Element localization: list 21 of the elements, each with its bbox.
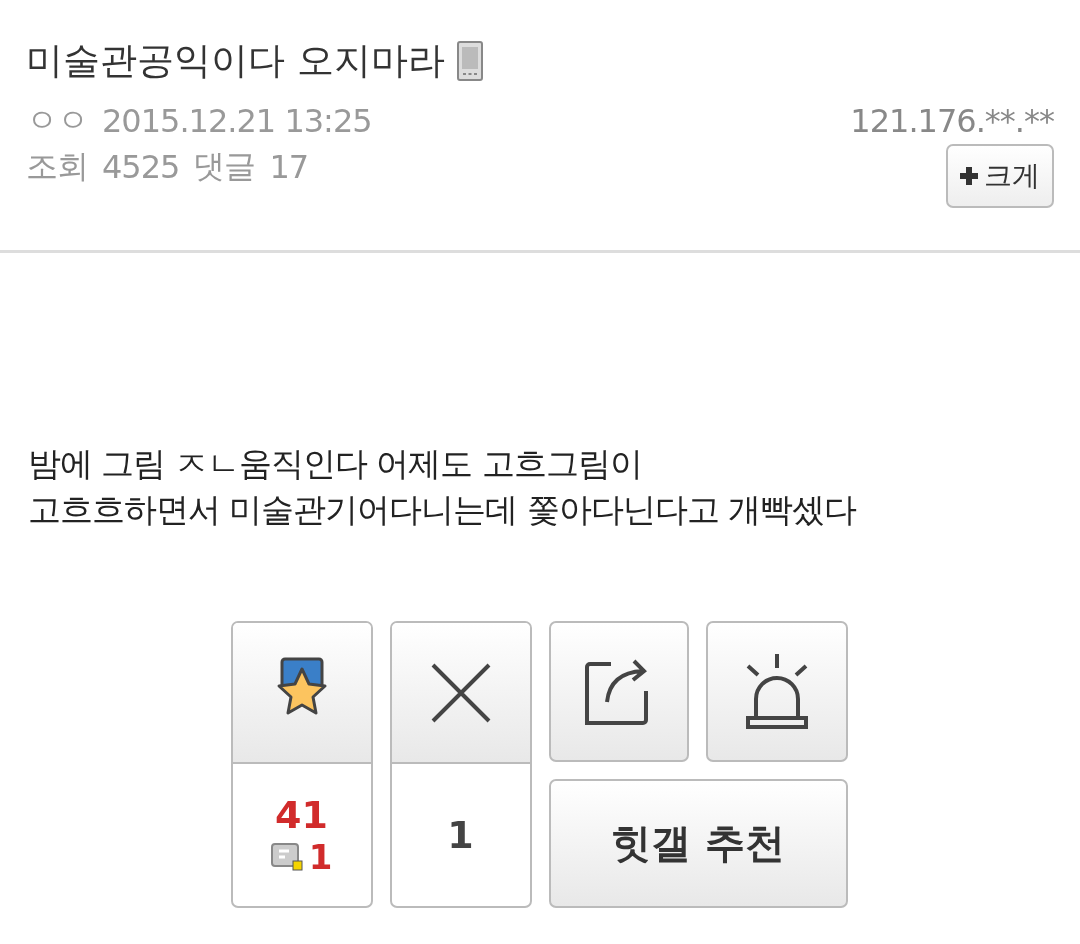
mobile-recommend-count: 1 [308, 837, 333, 877]
comments-label: 댓글 [193, 146, 256, 187]
unrecommend-button[interactable] [391, 623, 530, 764]
share-button[interactable] [548, 621, 689, 762]
plus-icon [960, 167, 978, 185]
recommend-count: 41 [275, 793, 328, 837]
post-date: 2015.12.21 13:25 [102, 102, 372, 140]
views-count: 4525 [102, 148, 180, 186]
author-name: ㅇㅇ [26, 100, 88, 141]
post-title: 미술관공익이다 오지마라 [26, 38, 445, 84]
enlarge-font-button[interactable]: 크게 [946, 144, 1054, 208]
phone-icon [456, 41, 483, 81]
comments-count: 17 [269, 148, 309, 186]
post-text: 밤에 그림 ㅈㄴ움직인다 어제도 고흐그림이 [28, 443, 643, 485]
ip-address: 121.176.**.** [850, 101, 1054, 142]
report-button[interactable] [705, 621, 848, 762]
unrecommend-count: 1 [447, 813, 474, 857]
recommend-button[interactable] [232, 623, 371, 764]
views-label: 조회 [26, 146, 88, 187]
post-text: 고흐흐하면서 미술관기어다니는데 쫓아다닌다고 개빡셌다 [28, 489, 858, 531]
hit-gallery-recommend-button[interactable]: 힛갤 추천 [548, 779, 848, 908]
